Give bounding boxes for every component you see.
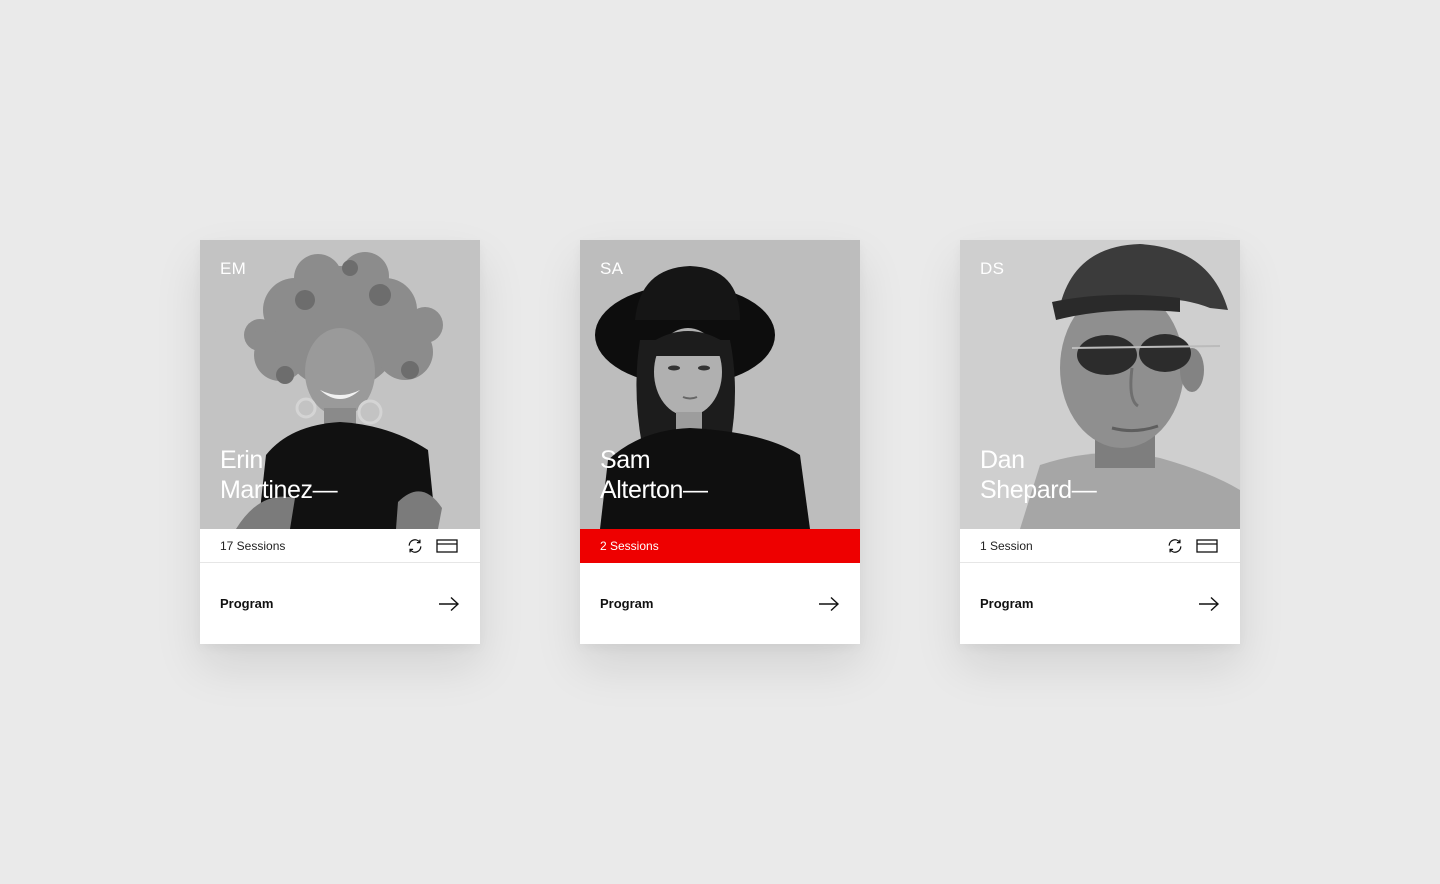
session-count: 1 Session bbox=[980, 538, 1033, 553]
session-count: 17 Sessions bbox=[220, 538, 286, 553]
profile-photo: DS Dan Shepard— bbox=[960, 240, 1240, 529]
status-actions bbox=[406, 537, 458, 555]
profile-initials: EM bbox=[220, 259, 247, 278]
profile-photo: EM Erin Martinez— bbox=[200, 240, 480, 529]
profile-card-dan-shepard[interactable]: DS Dan Shepard— 1 Session Program bbox=[960, 240, 1240, 644]
profile-card-erin-martinez[interactable]: EM Erin Martinez— 17 Sessions Program bbox=[200, 240, 480, 644]
arrow-right-icon[interactable] bbox=[1198, 596, 1220, 612]
profile-name: Sam Alterton— bbox=[600, 445, 708, 505]
program-link[interactable]: Program bbox=[600, 596, 653, 611]
arrow-right-icon[interactable] bbox=[438, 596, 460, 612]
program-row[interactable]: Program bbox=[960, 563, 1240, 644]
session-status-bar: 1 Session bbox=[960, 529, 1240, 563]
last-name: Alterton— bbox=[600, 476, 708, 504]
last-name: Martinez— bbox=[220, 476, 338, 504]
program-link[interactable]: Program bbox=[220, 596, 273, 611]
program-row[interactable]: Program bbox=[580, 563, 860, 644]
session-status-bar: 17 Sessions bbox=[200, 529, 480, 563]
session-status-bar: 2 Sessions bbox=[580, 529, 860, 563]
first-name: Dan bbox=[980, 446, 1025, 474]
first-name: Sam bbox=[600, 446, 651, 474]
session-count: 2 Sessions bbox=[600, 538, 659, 553]
status-actions bbox=[1166, 537, 1218, 555]
refresh-icon[interactable] bbox=[1166, 537, 1184, 555]
program-link[interactable]: Program bbox=[980, 596, 1033, 611]
card-icon[interactable] bbox=[436, 538, 458, 554]
profile-photo: SA Sam Alterton— bbox=[580, 240, 860, 529]
refresh-icon[interactable] bbox=[406, 537, 424, 555]
profile-initials: SA bbox=[600, 259, 624, 278]
profile-initials: DS bbox=[980, 259, 1005, 278]
last-name: Shepard— bbox=[980, 476, 1097, 504]
profile-name: Erin Martinez— bbox=[220, 445, 338, 505]
arrow-right-icon[interactable] bbox=[818, 596, 840, 612]
card-gallery: EM Erin Martinez— 17 Sessions Program SA… bbox=[0, 0, 1440, 884]
profile-card-sam-alterton[interactable]: SA Sam Alterton— 2 Sessions Program bbox=[580, 240, 860, 644]
program-row[interactable]: Program bbox=[200, 563, 480, 644]
profile-name: Dan Shepard— bbox=[980, 445, 1097, 505]
card-icon[interactable] bbox=[1196, 538, 1218, 554]
first-name: Erin bbox=[220, 446, 263, 474]
